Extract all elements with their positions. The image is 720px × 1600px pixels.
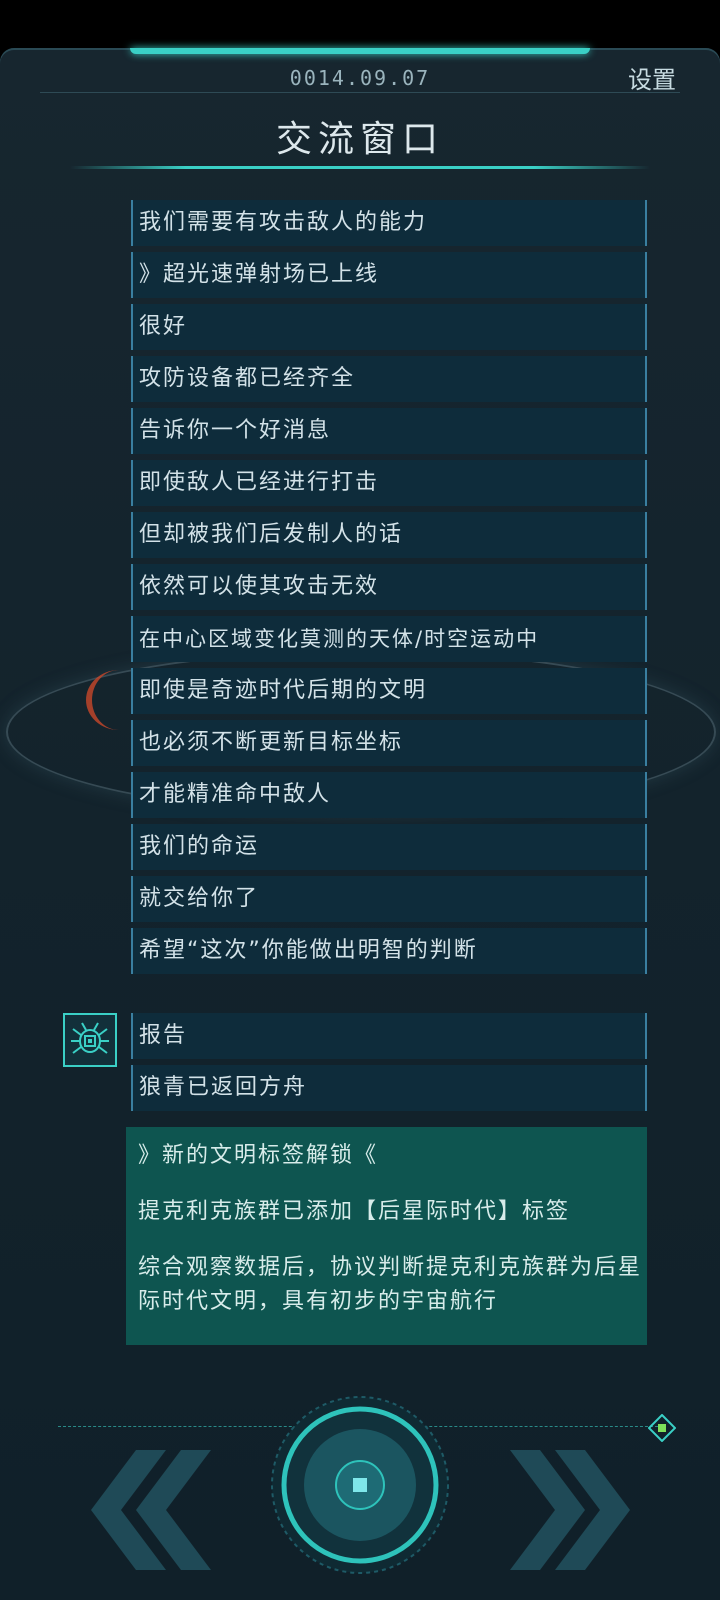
title-underline <box>70 166 650 169</box>
message-item: 也必须不断更新目标坐标 <box>131 720 647 766</box>
unlock-body: 综合观察数据后，协议判断提克利克族群为后星际时代文明，具有初步的宇宙航行 <box>138 1255 643 1314</box>
message-item: 攻防设备都已经齐全 <box>131 356 647 402</box>
message-item: 就交给你了 <box>131 876 647 922</box>
message-item: 我们需要有攻击敌人的能力 <box>131 200 647 246</box>
prev-button[interactable] <box>66 1440 216 1580</box>
chip-bug-icon <box>63 1013 117 1067</box>
message-item: 即使敌人已经进行打击 <box>131 460 647 506</box>
report-list[interactable]: 报告 狼青已返回方舟 <box>131 1013 647 1117</box>
message-item: 但却被我们后发制人的话 <box>131 512 647 558</box>
unlock-notice: 》新的文明标签解锁《 提克利克族群已添加【后星际时代】标签 综合观察数据后，协议… <box>126 1127 647 1345</box>
unlock-title: 》新的文明标签解锁《 <box>138 1143 379 1168</box>
message-item: 才能精准命中敌人 <box>131 772 647 818</box>
unlock-tag-line: 提克利克族群已添加【后星际时代】标签 <box>138 1199 571 1224</box>
target-button-icon <box>271 1396 449 1574</box>
report-item: 狼青已返回方舟 <box>131 1065 647 1111</box>
message-item: 》超光速弹射场已上线 <box>131 252 647 298</box>
header-divider <box>40 92 680 93</box>
page-title: 交流窗口 <box>275 119 444 160</box>
message-list[interactable]: 我们需要有攻击敌人的能力 》超光速弹射场已上线 很好 攻防设备都已经齐全 告诉你… <box>131 200 647 980</box>
diamond-indicator-icon <box>647 1413 677 1443</box>
message-item: 依然可以使其攻击无效 <box>131 564 647 610</box>
double-chevron-right-icon <box>510 1450 630 1570</box>
top-glow-bar <box>130 48 590 54</box>
settings-button[interactable]: 设置 <box>628 60 676 95</box>
message-item: 很好 <box>131 304 647 350</box>
date-label: 0014.09.07 <box>289 66 431 90</box>
message-item: 我们的命运 <box>131 824 647 870</box>
message-item: 告诉你一个好消息 <box>131 408 647 454</box>
next-button[interactable] <box>505 1440 655 1580</box>
double-chevron-left-icon <box>91 1450 211 1570</box>
message-item: 在中心区域变化莫测的天体/时空运动中 <box>131 616 647 662</box>
center-action-button[interactable] <box>268 1393 452 1577</box>
message-item: 即使是奇迹时代后期的文明 <box>131 668 647 714</box>
message-item: 希望“这次”你能做出明智的判断 <box>131 928 647 974</box>
report-item: 报告 <box>131 1013 647 1059</box>
screen: 0014.09.07 设置 交流窗口 我们需要有攻击敌人的能力 》超光速弹射场已… <box>0 0 720 1600</box>
